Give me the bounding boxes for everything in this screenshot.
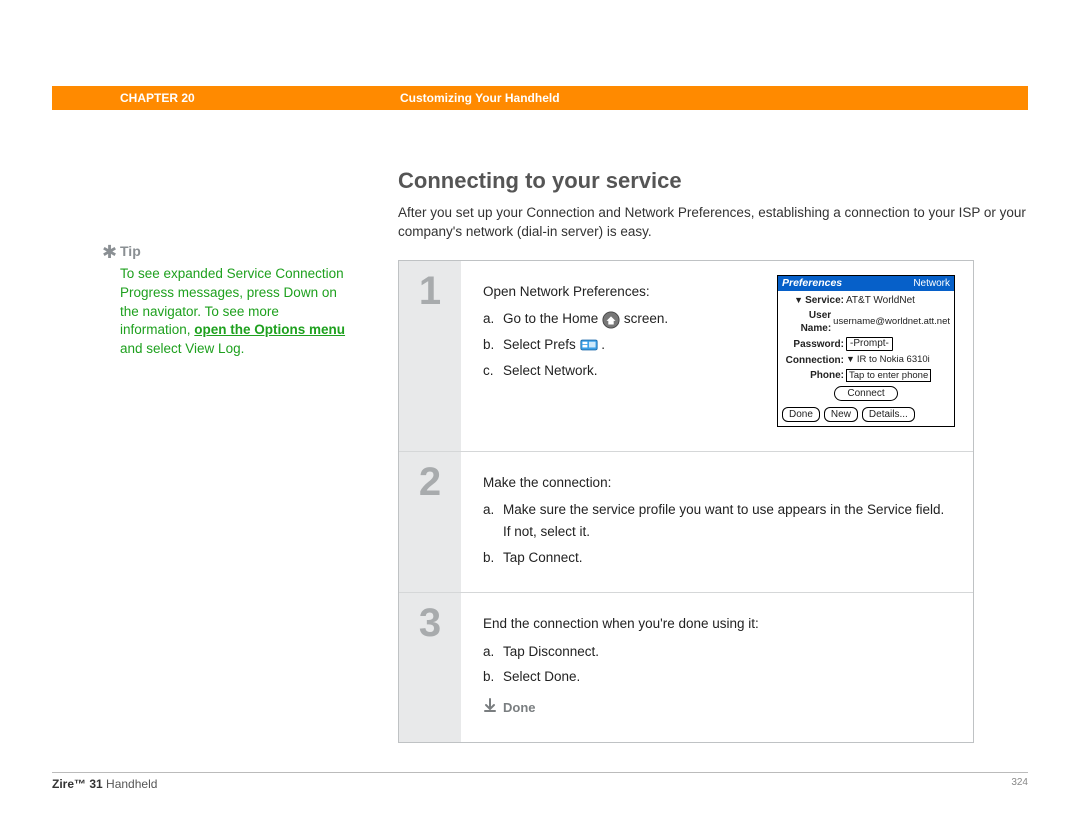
text-pre: Select Prefs	[503, 337, 580, 352]
list-text: Make sure the service profile you want t…	[503, 499, 955, 542]
chapter-title: Customizing Your Handheld	[400, 91, 560, 105]
text-post: .	[601, 337, 605, 352]
tip-sidebar: ✱ Tip To see expanded Service Connection…	[120, 242, 348, 358]
intro-paragraph: After you set up your Connection and Net…	[398, 204, 1028, 242]
footer-product-bold: Zire™ 31	[52, 777, 103, 791]
list-text: Tap Connect.	[503, 547, 955, 569]
step-number: 3	[419, 601, 441, 646]
prefs-icon	[580, 336, 598, 354]
palm-connect-button: Connect	[834, 386, 897, 401]
asterisk-icon: ✱	[102, 240, 117, 265]
palm-username-label: User Name:	[782, 309, 833, 335]
steps-container: 1 Open Network Preferences: a. Go to the…	[398, 260, 974, 743]
palm-password-value: -Prompt-	[846, 337, 950, 351]
main-content: Connecting to your service After you set…	[398, 168, 1028, 743]
home-icon	[602, 311, 620, 329]
palm-titlebar: Preferences Network	[778, 276, 954, 292]
list-letter: a.	[483, 499, 503, 542]
palm-connection-value: ▼IR to Nokia 6310i	[846, 353, 950, 366]
tip-text-2: and select View Log.	[120, 341, 244, 356]
list-letter: b.	[483, 334, 503, 356]
done-arrow-icon	[483, 698, 497, 719]
list-item: a. Tap Disconnect.	[483, 641, 955, 663]
palm-new-button: New	[824, 407, 858, 422]
tip-heading: Tip	[120, 242, 348, 261]
palm-service-label: ▼Service:	[782, 294, 846, 307]
palm-connection-label: Connection:	[782, 354, 846, 367]
tip-body: To see expanded Service Connection Progr…	[120, 265, 348, 358]
palm-preferences-screenshot: Preferences Network ▼Service: AT&T World…	[777, 275, 955, 427]
list-letter: c.	[483, 360, 503, 382]
step-2-title: Make the connection:	[483, 472, 955, 494]
chapter-number-label: CHAPTER 20	[120, 91, 195, 105]
list-letter: b.	[483, 547, 503, 569]
step-body: End the connection when you're done usin…	[461, 593, 973, 742]
palm-body: ▼Service: AT&T WorldNet User Name: usern…	[778, 291, 954, 407]
step-2: 2 Make the connection: a. Make sure the …	[399, 451, 973, 592]
list-text: Tap Disconnect.	[503, 641, 955, 663]
palm-bottom-buttons: Done New Details...	[778, 407, 954, 426]
list-letter: a.	[483, 308, 503, 330]
step-body: Open Network Preferences: a. Go to the H…	[461, 261, 973, 451]
palm-phone-value: Tap to enter phone	[846, 369, 950, 382]
phone-box: Tap to enter phone	[846, 369, 931, 382]
list-item: b. Select Done.	[483, 666, 955, 688]
step-number-cell: 3	[399, 593, 461, 742]
footer-page-number: 324	[1011, 777, 1028, 791]
step-3-list: a. Tap Disconnect. b. Select Done.	[483, 641, 955, 688]
list-item: b. Tap Connect.	[483, 547, 955, 569]
text-pre: Go to the Home	[503, 311, 602, 326]
list-letter: b.	[483, 666, 503, 688]
list-item: a. Make sure the service profile you wan…	[483, 499, 955, 542]
list-letter: a.	[483, 641, 503, 663]
palm-service-value: AT&T WorldNet	[846, 294, 950, 307]
footer-product: Zire™ 31 Handheld	[52, 777, 157, 791]
tip-link-open-options[interactable]: open the Options menu	[194, 322, 345, 337]
step-body: Make the connection: a. Make sure the se…	[461, 452, 973, 592]
step-2-list: a. Make sure the service profile you wan…	[483, 499, 955, 568]
text-post: screen.	[624, 311, 668, 326]
palm-connect-row: Connect	[782, 386, 950, 401]
page-heading: Connecting to your service	[398, 168, 1028, 194]
palm-username-value: username@worldnet.att.net	[833, 317, 950, 327]
step-3: 3 End the connection when you're done us…	[399, 592, 973, 742]
palm-title-text: Preferences	[782, 277, 842, 291]
list-text: Select Done.	[503, 666, 955, 688]
conn-text: IR to Nokia 6310i	[857, 354, 930, 365]
step-number: 2	[419, 460, 441, 505]
footer-product-rest: Handheld	[103, 777, 158, 791]
palm-details-button: Details...	[862, 407, 915, 422]
palm-done-button: Done	[782, 407, 820, 422]
palm-password-label: Password:	[782, 338, 846, 351]
step-number-cell: 2	[399, 452, 461, 592]
step-number-cell: 1	[399, 261, 461, 451]
palm-category: Network	[913, 277, 950, 291]
done-indicator: Done	[483, 698, 955, 719]
chapter-header-bar: CHAPTER 20 Customizing Your Handheld	[52, 86, 1028, 110]
label-text: Service:	[805, 295, 844, 306]
done-label: Done	[503, 698, 536, 719]
page-footer: Zire™ 31 Handheld 324	[52, 772, 1028, 791]
password-box: -Prompt-	[846, 337, 893, 351]
step-number: 1	[419, 269, 441, 314]
step-3-title: End the connection when you're done usin…	[483, 613, 955, 635]
palm-phone-label: Phone:	[782, 369, 846, 382]
step-1: 1 Open Network Preferences: a. Go to the…	[399, 261, 973, 451]
